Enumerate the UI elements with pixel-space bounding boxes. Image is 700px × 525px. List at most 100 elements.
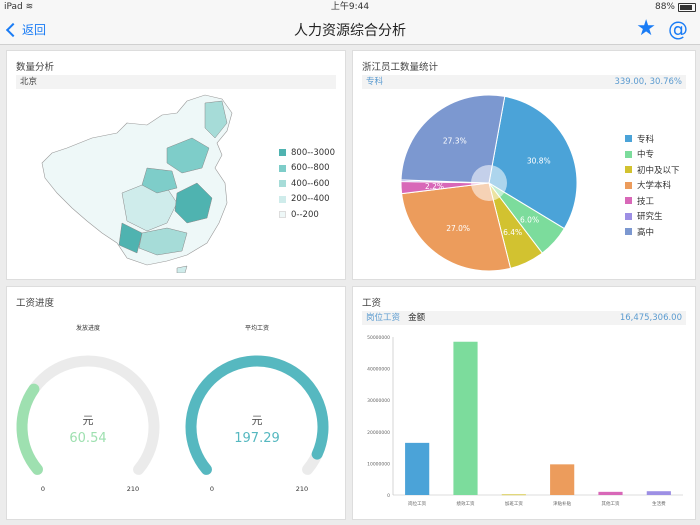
battery-icon <box>678 2 696 12</box>
page-title: 人力资源综合分析 <box>294 23 406 39</box>
selected-region: 北京 <box>20 77 38 87</box>
pie-chart[interactable]: 30.8% 6.0% 6.4% 27.0% 2.2% 27.3% <box>389 95 589 275</box>
legend-item[interactable]: 中专 <box>625 147 680 163</box>
legend-swatch <box>625 150 632 158</box>
legend-item[interactable]: 技工 <box>625 193 680 209</box>
tab-amount[interactable]: 金额 <box>408 313 425 323</box>
legend-item[interactable]: 200--400 <box>279 192 335 208</box>
x-tick-label: 生活费 <box>652 500 666 507</box>
y-tick-label: 20000000 <box>367 430 390 436</box>
pie-slice-label: 27.0% <box>446 224 470 233</box>
zhejiang-panel: 浙江员工数量统计 专科 339.00, 30.76% 30.8% 6.0% 6.4%… <box>352 50 696 280</box>
y-tick-label: 30000000 <box>367 398 390 404</box>
legend-label: 初中及以下 <box>637 165 680 176</box>
pie-slice-label: 2.2% <box>425 182 444 191</box>
legend-label: 800--3000 <box>291 147 335 158</box>
legend-label: 技工 <box>637 196 655 207</box>
panel-title: 数量分析 <box>16 62 55 73</box>
pie-slice-label: 6.4% <box>503 228 522 237</box>
pie-center-highlight <box>471 165 507 201</box>
region-selector[interactable]: 北京 <box>16 75 336 89</box>
status-bar: iPad ≋ 上午9:44 88% <box>0 0 700 14</box>
panel-title: 工资进度 <box>16 298 55 309</box>
gauge-fill <box>16 383 43 475</box>
pie-slice-label: 6.0% <box>520 216 539 225</box>
gauge-max-label: 210 <box>127 485 139 493</box>
legend-item[interactable]: 高中 <box>625 224 680 240</box>
at-icon[interactable]: @ <box>668 17 688 41</box>
selected-value: 339.00, 30.76% <box>614 77 682 87</box>
bar[interactable] <box>598 491 623 495</box>
legend-label: 0--200 <box>291 209 319 220</box>
legend-swatch <box>625 212 632 220</box>
legend-label: 400--600 <box>291 178 330 189</box>
total-amount: 16,475,306.00 <box>619 313 682 323</box>
legend-item[interactable]: 研究生 <box>625 209 680 225</box>
y-tick-label: 50000000 <box>367 335 390 341</box>
map-legend: 800--3000 600--800 400--600 200--400 0--… <box>279 145 335 223</box>
bar[interactable] <box>405 442 430 495</box>
gauge-max-label: 210 <box>296 485 308 493</box>
china-map[interactable] <box>27 93 287 273</box>
legend-swatch <box>279 164 286 172</box>
star-icon[interactable]: ★ <box>636 16 656 41</box>
bar[interactable] <box>550 464 575 495</box>
y-tick-label: 0 <box>387 493 390 499</box>
gauge-min-label: 0 <box>41 485 45 493</box>
battery-percent: 88% <box>654 2 675 12</box>
legend-item[interactable]: 800--3000 <box>279 145 335 161</box>
gauge-unit: 元 <box>83 414 94 427</box>
gauge-value: 197.29 <box>234 431 280 446</box>
x-tick-label: 绩效工资 <box>457 500 475 507</box>
x-tick-label: 津贴补贴 <box>553 500 571 507</box>
progress-panel: 工资进度 发放进度元 60.54 0 210 平均工资元 197.29 0 210 <box>6 286 346 520</box>
nav-bar: 返回 人力资源综合分析 ★ @ <box>0 14 700 45</box>
legend-swatch <box>625 181 632 189</box>
legend-item[interactable]: 0--200 <box>279 207 335 223</box>
gauge-area: 发放进度元 60.54 0 210 平均工资元 197.29 0 210 <box>16 324 329 493</box>
panel-title: 浙江员工数量统计 <box>362 62 439 73</box>
legend-label: 中专 <box>637 150 655 161</box>
bar[interactable] <box>453 341 478 495</box>
legend-swatch <box>625 166 632 174</box>
y-tick-label: 40000000 <box>367 367 390 373</box>
legend-label: 大学本科 <box>637 181 672 192</box>
legend-swatch <box>279 180 286 188</box>
x-tick-label: 加班工资 <box>505 500 523 507</box>
gauge-min-label: 0 <box>210 485 214 493</box>
legend-item[interactable]: 400--600 <box>279 176 335 192</box>
gauge-unit: 元 <box>252 414 263 427</box>
legend-label: 高中 <box>637 227 655 238</box>
x-tick-label: 其他工资 <box>602 500 620 507</box>
pie-slice-label: 27.3% <box>443 136 467 145</box>
bar[interactable] <box>501 494 526 496</box>
clock: 上午9:44 <box>330 2 370 12</box>
legend-swatch <box>279 195 286 203</box>
legend-swatch <box>625 228 632 236</box>
x-tick-label: 岗位工资 <box>408 500 426 507</box>
legend-label: 200--400 <box>291 194 330 205</box>
legend-swatch <box>625 197 632 205</box>
legend-swatch <box>279 149 286 157</box>
gauge-title: 发放进度 <box>76 324 100 332</box>
gauge-value: 60.54 <box>69 431 106 446</box>
salary-panel: 工资 岗位工资 金额 16,475,306.00 0 10000000 200000… <box>352 286 696 520</box>
bar[interactable] <box>646 491 671 495</box>
legend-item[interactable]: 大学本科 <box>625 178 680 194</box>
bar-chart[interactable]: 0 10000000 20000000 30000000 40000000 5000000… <box>353 327 695 517</box>
y-tick-label: 10000000 <box>367 461 390 467</box>
legend-label: 专科 <box>637 134 655 145</box>
legend-label: 600--800 <box>291 163 330 174</box>
tab-post-salary[interactable]: 岗位工资 <box>366 313 400 323</box>
salary-tab-bar: 岗位工资 金额 16,475,306.00 <box>362 311 686 325</box>
pie-slice-label: 30.8% <box>527 157 551 166</box>
panel-title: 工资 <box>362 298 382 309</box>
map-region-island[interactable] <box>176 265 188 273</box>
legend-swatch <box>625 135 632 143</box>
gauge-title: 平均工资 <box>245 324 269 332</box>
map-region-south[interactable] <box>138 227 188 256</box>
legend-item[interactable]: 600--800 <box>279 161 335 177</box>
selected-category: 专科 <box>366 77 384 87</box>
legend-item[interactable]: 专科 <box>625 131 680 147</box>
legend-item[interactable]: 初中及以下 <box>625 162 680 178</box>
